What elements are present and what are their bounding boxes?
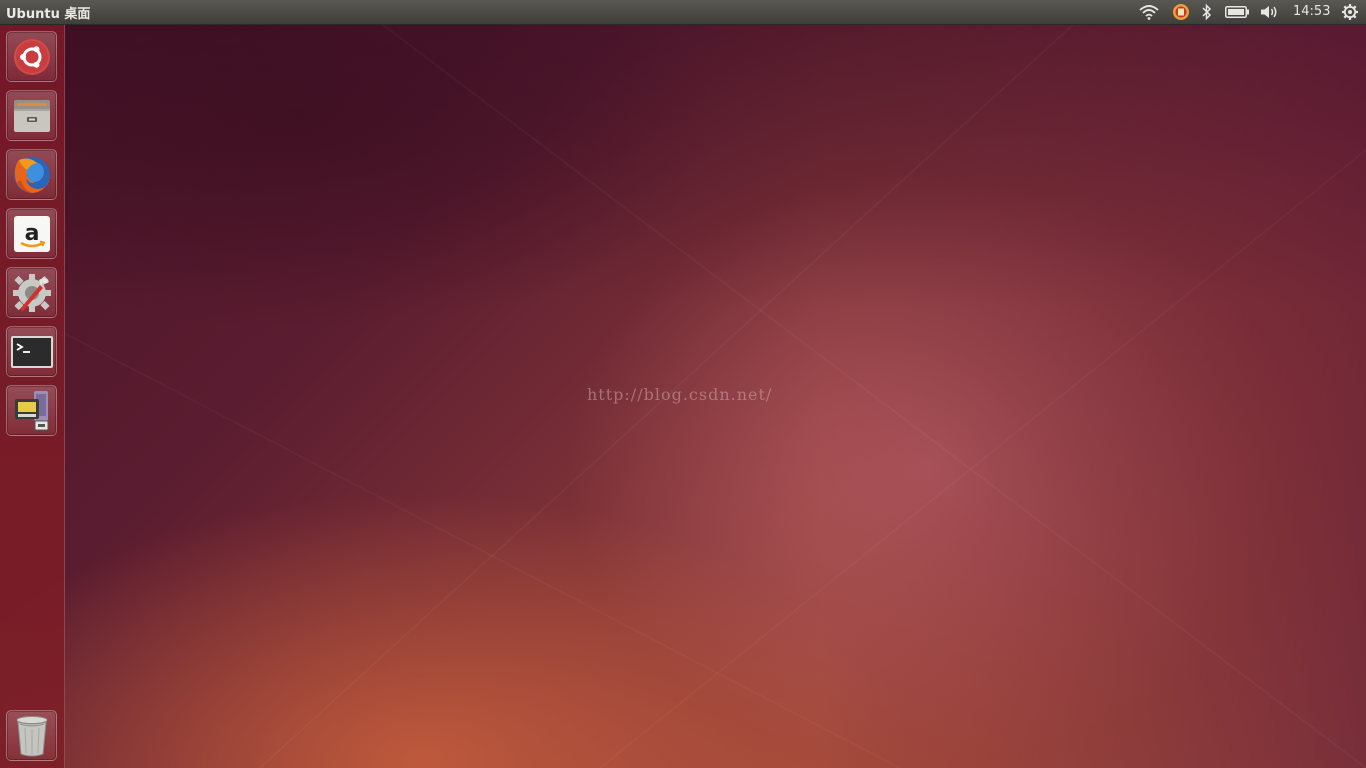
trash-icon bbox=[16, 715, 47, 756]
launcher-terminal[interactable] bbox=[6, 326, 57, 377]
svg-text:a: a bbox=[24, 221, 39, 246]
settings-wrench-icon bbox=[12, 273, 51, 312]
input-method-icon[interactable] bbox=[1171, 0, 1191, 24]
ubuntu-logo-icon bbox=[13, 38, 50, 75]
amazon-icon: a bbox=[13, 215, 50, 252]
watermark-text: http://blog.csdn.net/ bbox=[587, 385, 773, 404]
wallpaper-diagonal-lines bbox=[0, 0, 1366, 768]
battery-icon[interactable] bbox=[1224, 0, 1250, 24]
file-cabinet-icon bbox=[13, 99, 50, 132]
launcher-files[interactable] bbox=[6, 90, 57, 141]
volume-icon[interactable] bbox=[1258, 0, 1280, 24]
launcher-system-settings[interactable] bbox=[6, 267, 57, 318]
firefox-icon bbox=[13, 156, 50, 193]
desktop-screen: http://blog.csdn.net/ Ubuntu 桌面 14:53 a bbox=[0, 0, 1366, 768]
launcher-amazon[interactable]: a bbox=[6, 208, 57, 259]
launcher-trash[interactable] bbox=[6, 710, 57, 761]
bluetooth-icon[interactable] bbox=[1200, 0, 1214, 24]
launcher: a bbox=[0, 25, 65, 768]
desktop-wallpaper bbox=[0, 0, 1366, 768]
launcher-workspace-switcher[interactable] bbox=[6, 385, 57, 436]
top-panel: Ubuntu 桌面 14:53 bbox=[0, 0, 1366, 25]
workspace-switcher-icon bbox=[14, 390, 48, 430]
launcher-firefox[interactable] bbox=[6, 149, 57, 200]
session-gear-icon[interactable] bbox=[1339, 0, 1361, 24]
window-title: Ubuntu 桌面 bbox=[6, 7, 91, 22]
terminal-icon bbox=[10, 335, 53, 368]
wifi-icon[interactable] bbox=[1138, 0, 1160, 24]
clock[interactable]: 14:53 bbox=[1293, 4, 1330, 19]
launcher-dash-home[interactable] bbox=[6, 31, 57, 82]
